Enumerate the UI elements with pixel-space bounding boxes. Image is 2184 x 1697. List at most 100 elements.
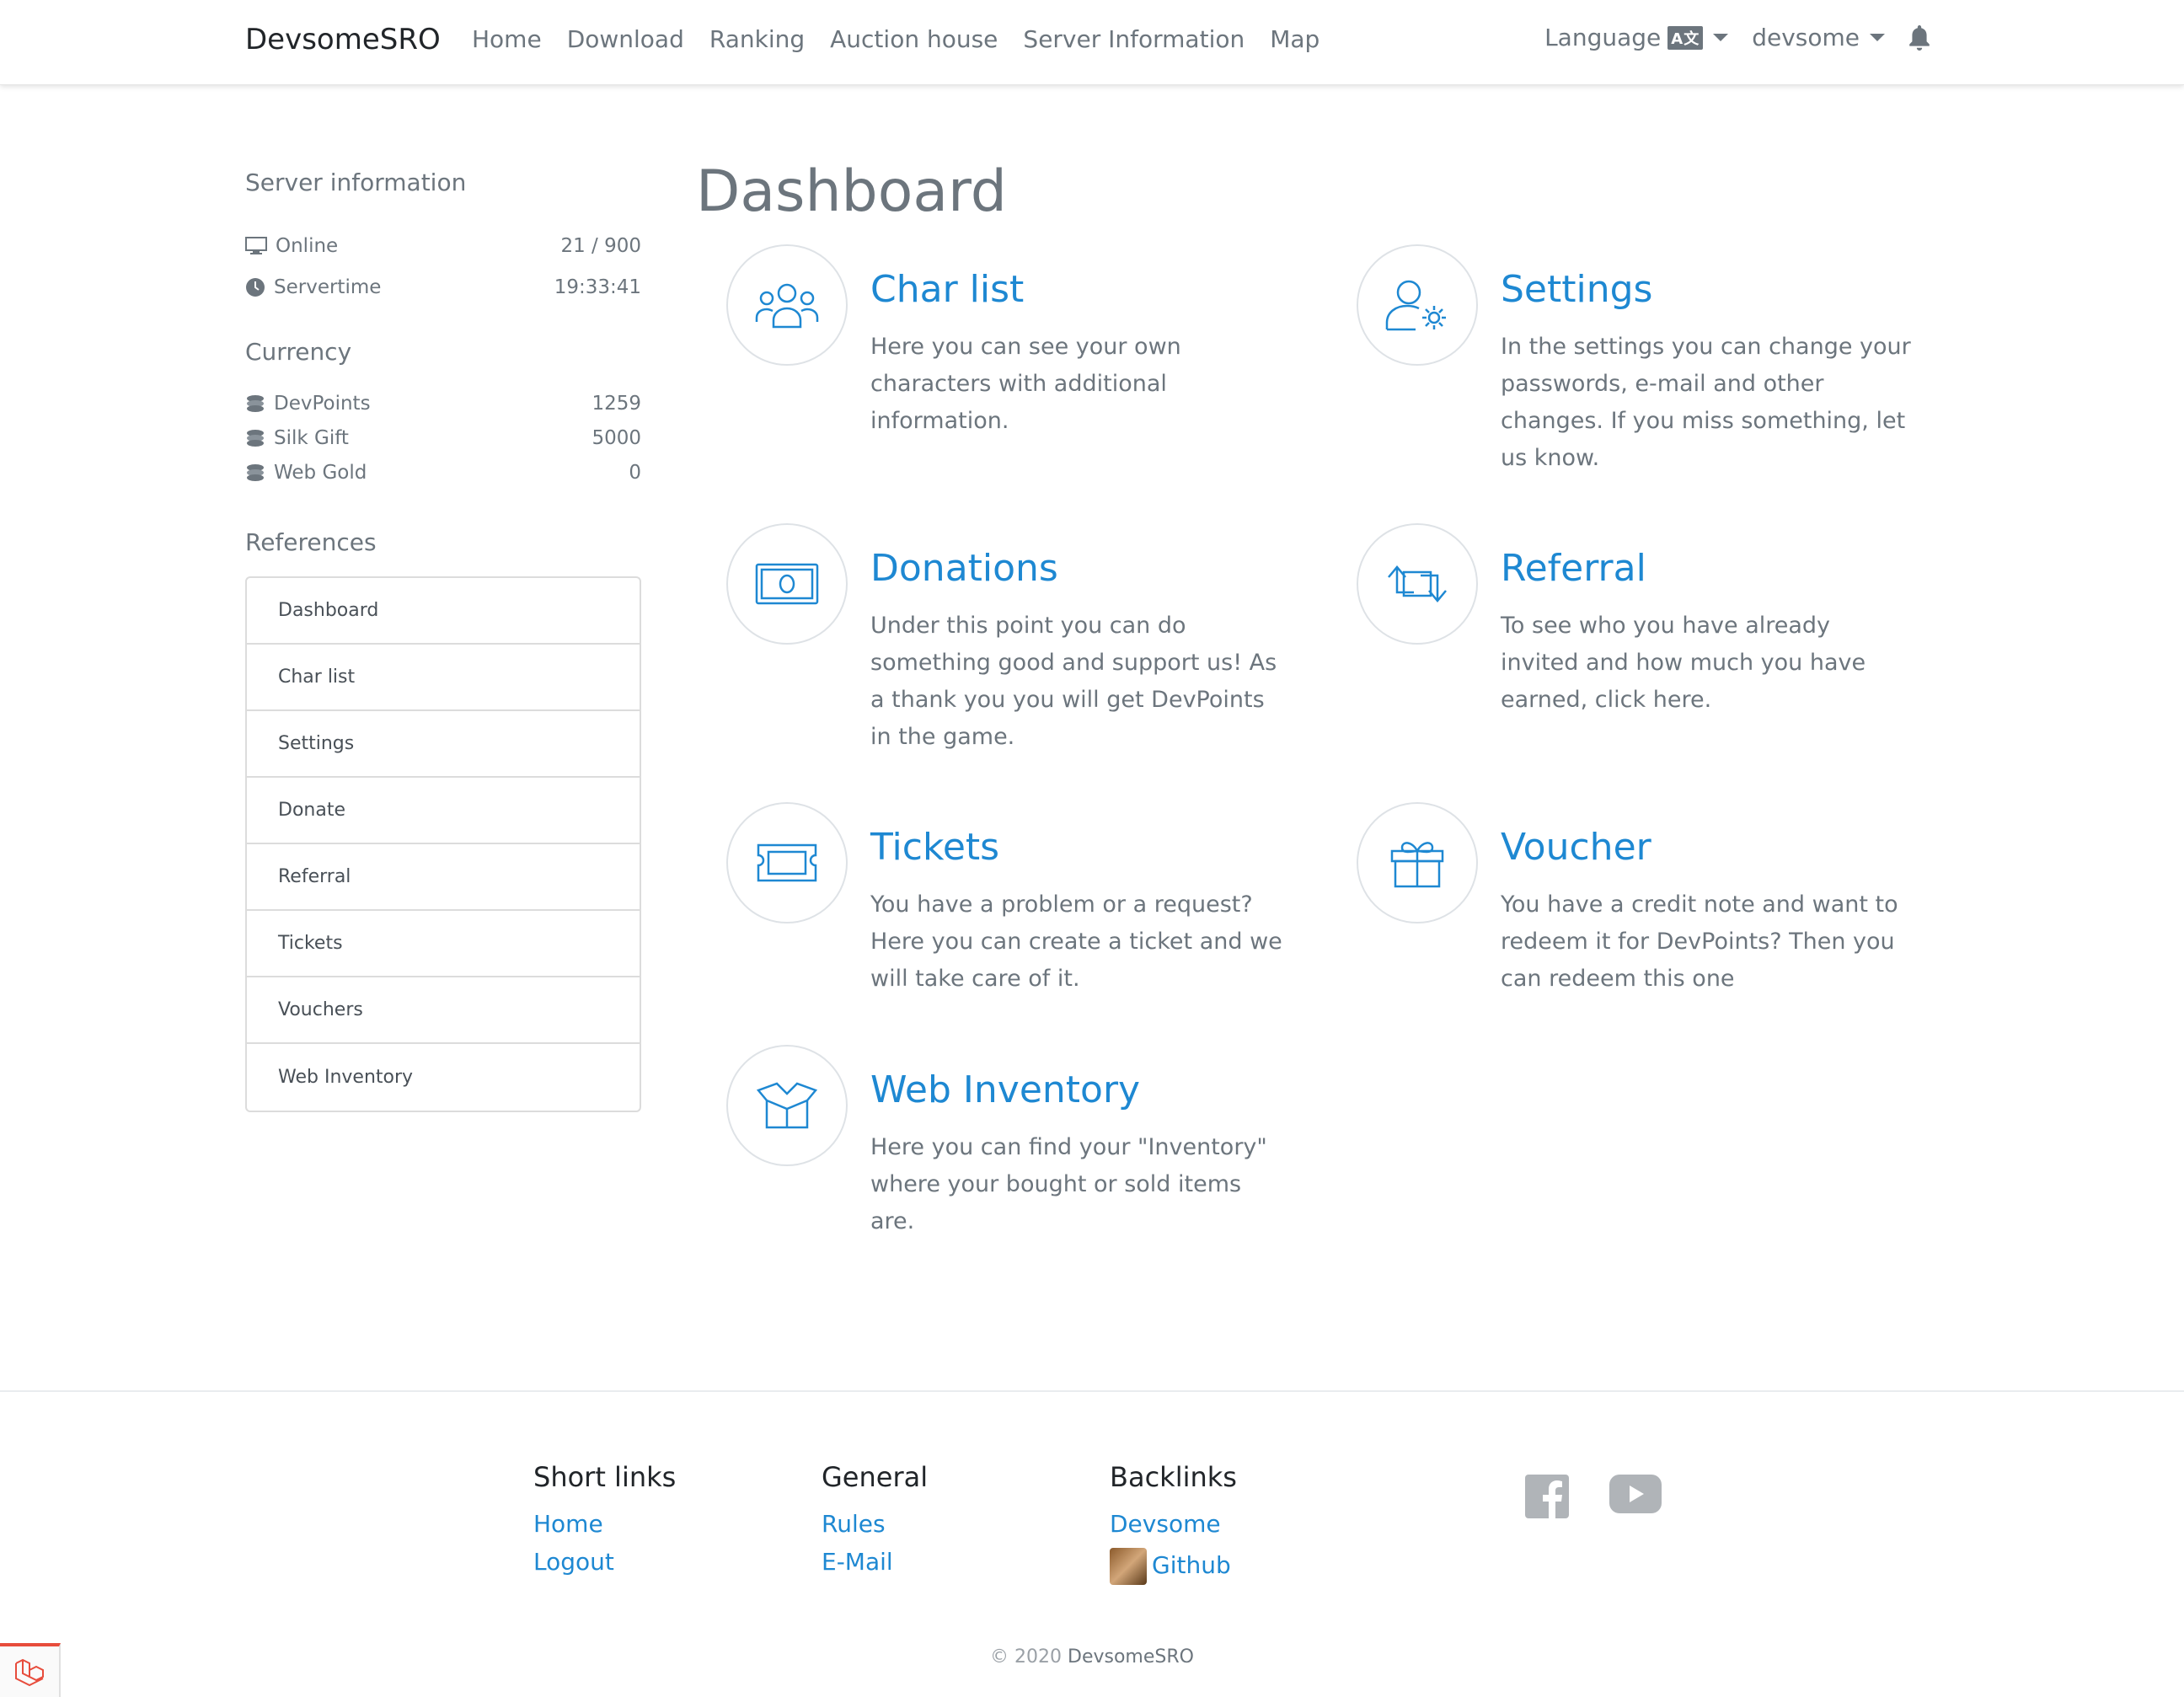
laravel-debugbar-button[interactable] (0, 1643, 61, 1697)
notifications-button[interactable] (1908, 24, 1930, 51)
user-settings-icon (1385, 280, 1446, 331)
card-title[interactable]: Web Inventory (870, 1068, 1140, 1111)
navbar: DevsomeSRO Home Download Ranking Auction… (0, 0, 2184, 85)
currency-row: Silk Gift 5000 (245, 420, 641, 455)
exchange-icon (1388, 565, 1447, 602)
box-icon (757, 1082, 817, 1129)
nav-link-ranking[interactable]: Ranking (709, 25, 805, 53)
github-avatar (1110, 1548, 1147, 1585)
card-icon-circle[interactable] (726, 523, 848, 645)
card-icon-circle[interactable] (1357, 802, 1478, 923)
monitor-icon (245, 236, 267, 254)
currency-value: 0 (629, 461, 641, 484)
card-title[interactable]: Voucher (1501, 826, 1651, 869)
reference-vouchers[interactable]: Vouchers (247, 977, 640, 1044)
footer-link-github: Github (1152, 1551, 1231, 1579)
reference-referral[interactable]: Referral (247, 844, 640, 911)
footer-heading: Backlinks (1110, 1461, 1237, 1493)
footer-backlinks: Backlinks Devsome Github (1110, 1461, 1237, 1595)
nav-link-download[interactable]: Download (567, 25, 684, 53)
facebook-icon[interactable] (1525, 1475, 1569, 1518)
nav-right: Language A文 devsome (1521, 24, 1930, 51)
money-icon (755, 563, 819, 605)
online-value: 21 / 900 (560, 234, 641, 257)
translate-icon: A文 (1667, 25, 1704, 50)
coins-icon (247, 463, 264, 481)
nav-link-server-information[interactable]: Server Information (1023, 25, 1245, 53)
currency-row: DevPoints 1259 (245, 386, 641, 420)
card-title[interactable]: Settings (1501, 268, 1652, 311)
users-icon (755, 283, 819, 329)
social-links (1525, 1475, 1662, 1518)
servertime-value: 19:33:41 (554, 276, 641, 298)
gift-icon (1390, 842, 1444, 888)
ticket-icon (757, 843, 817, 882)
language-dropdown[interactable]: Language A文 (1544, 24, 1729, 51)
card-title[interactable]: Char list (870, 268, 1024, 311)
card-title[interactable]: Tickets (870, 826, 999, 869)
coins-icon (247, 429, 264, 447)
footer-general: General Rules E-Mail (822, 1461, 928, 1586)
youtube-icon[interactable] (1609, 1475, 1662, 1513)
reference-donate[interactable]: Donate (247, 778, 640, 844)
online-label: Online (276, 234, 339, 257)
footer-link-devsome[interactable]: Devsome (1110, 1510, 1237, 1538)
footer-link-logout[interactable]: Logout (533, 1548, 676, 1576)
clock-icon (246, 277, 265, 297)
copyright-brand: DevsomeSRO (1068, 1646, 1194, 1668)
card-description: In the settings you can change your pass… (1501, 334, 1911, 471)
card-icon-circle[interactable] (726, 1045, 848, 1166)
nav-link-auction-house[interactable]: Auction house (830, 25, 998, 53)
reference-settings[interactable]: Settings (247, 711, 640, 778)
card-icon-circle[interactable] (726, 244, 848, 366)
server-info-heading: Server information (245, 169, 467, 196)
page-title: Dashboard (696, 158, 1007, 225)
nav-link-home[interactable]: Home (472, 25, 542, 53)
currency-row: Web Gold 0 (245, 455, 641, 490)
card-description: To see who you have already invited and … (1501, 613, 1866, 713)
footer-link-email[interactable]: E-Mail (822, 1548, 928, 1576)
servertime-label: Servertime (274, 276, 382, 298)
card-description: Here you can see your own characters wit… (870, 334, 1181, 434)
references-heading: References (245, 528, 377, 556)
nav-links: Home Download Ranking Auction house Serv… (472, 25, 1345, 53)
copyright: © 2020 DevsomeSRO (0, 1646, 2184, 1668)
footer-link-github-wrapper[interactable]: Github (1110, 1548, 1237, 1585)
card-icon-circle[interactable] (1357, 244, 1478, 366)
currency-label: Silk Gift (274, 426, 349, 449)
card-title[interactable]: Referral (1501, 547, 1646, 590)
footer-heading: Short links (533, 1461, 677, 1493)
currency-label: DevPoints (274, 392, 371, 415)
chevron-down-icon (1870, 34, 1885, 41)
reference-dashboard[interactable]: Dashboard (247, 578, 640, 645)
card-icon-circle[interactable] (726, 802, 848, 923)
nav-link-map[interactable]: Map (1270, 25, 1320, 53)
card-description: You have a credit note and want to redee… (1501, 891, 1898, 992)
reference-web-inventory[interactable]: Web Inventory (247, 1044, 640, 1111)
reference-tickets[interactable]: Tickets (247, 911, 640, 977)
footer-short-links: Short links Home Logout (533, 1461, 676, 1586)
reference-char-list[interactable]: Char list (247, 645, 640, 711)
card-description: You have a problem or a request? Here yo… (870, 891, 1282, 992)
currency-label: Web Gold (274, 461, 367, 484)
footer-heading: General (822, 1461, 929, 1493)
laravel-icon (15, 1658, 44, 1687)
coins-icon (247, 394, 264, 412)
references-list: Dashboard Char list Settings Donate Refe… (245, 576, 641, 1112)
footer-link-home[interactable]: Home (533, 1510, 676, 1538)
user-dropdown[interactable]: devsome (1752, 24, 1885, 51)
brand-logo[interactable]: DevsomeSRO (245, 23, 441, 56)
copyright-prefix: © 2020 (990, 1646, 1063, 1668)
online-row: Online 21 / 900 (245, 225, 641, 266)
servertime-row: Servertime 19:33:41 (245, 266, 641, 308)
card-icon-circle[interactable] (1357, 523, 1478, 645)
footer-link-rules[interactable]: Rules (822, 1510, 928, 1538)
user-label: devsome (1752, 24, 1860, 51)
currency-value: 5000 (592, 426, 641, 449)
card-title[interactable]: Donations (870, 547, 1058, 590)
sidebar: Server information Online 21 / 900 Serve… (245, 169, 641, 1112)
bell-icon (1909, 24, 1930, 51)
card-description: Here you can find your "Inventory" where… (870, 1134, 1267, 1234)
chevron-down-icon (1713, 34, 1729, 41)
currency-value: 1259 (592, 392, 641, 415)
